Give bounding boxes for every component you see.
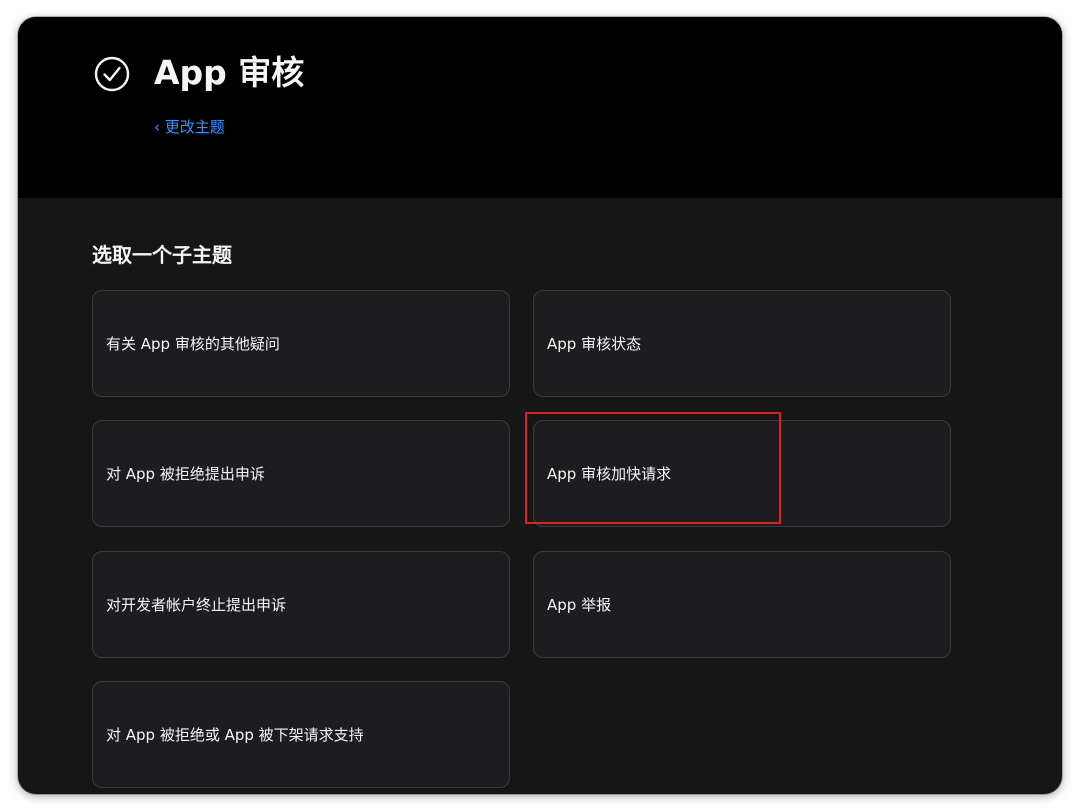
topic-card-label: App 审核状态 [547, 335, 642, 353]
change-topic-link[interactable]: ‹ 更改主题 [154, 117, 225, 137]
topic-card-label: 有关 App 审核的其他疑问 [106, 335, 280, 353]
app-window: App 审核 ‹ 更改主题 选取一个子主题 有关 App 审核的其他疑问 App… [18, 17, 1062, 794]
topic-card-report-app[interactable]: App 举报 [533, 551, 951, 658]
topic-card-rejection-removal-support[interactable]: 对 App 被拒绝或 App 被下架请求支持 [92, 681, 510, 788]
page-header: App 审核 ‹ 更改主题 [18, 17, 1062, 198]
topic-card-account-termination-appeal[interactable]: 对开发者帐户终止提出申诉 [92, 551, 510, 658]
topic-card-other-questions[interactable]: 有关 App 审核的其他疑问 [92, 290, 510, 397]
topic-card-label: App 审核加快请求 [547, 465, 672, 483]
topic-card-label: 对开发者帐户终止提出申诉 [106, 596, 287, 614]
topic-card-label: 对 App 被拒绝提出申诉 [106, 465, 265, 483]
topic-card-expedited-review[interactable]: App 审核加快请求 [533, 420, 951, 527]
subtopic-heading: 选取一个子主题 [92, 243, 232, 267]
page-title: App 审核 [154, 53, 305, 92]
topic-card-label: 对 App 被拒绝或 App 被下架请求支持 [106, 726, 364, 744]
topic-card-label: App 举报 [547, 596, 612, 614]
topic-card-appeal-rejection[interactable]: 对 App 被拒绝提出申诉 [92, 420, 510, 527]
checkmark-circle-icon [94, 56, 130, 92]
topic-card-review-status[interactable]: App 审核状态 [533, 290, 951, 397]
